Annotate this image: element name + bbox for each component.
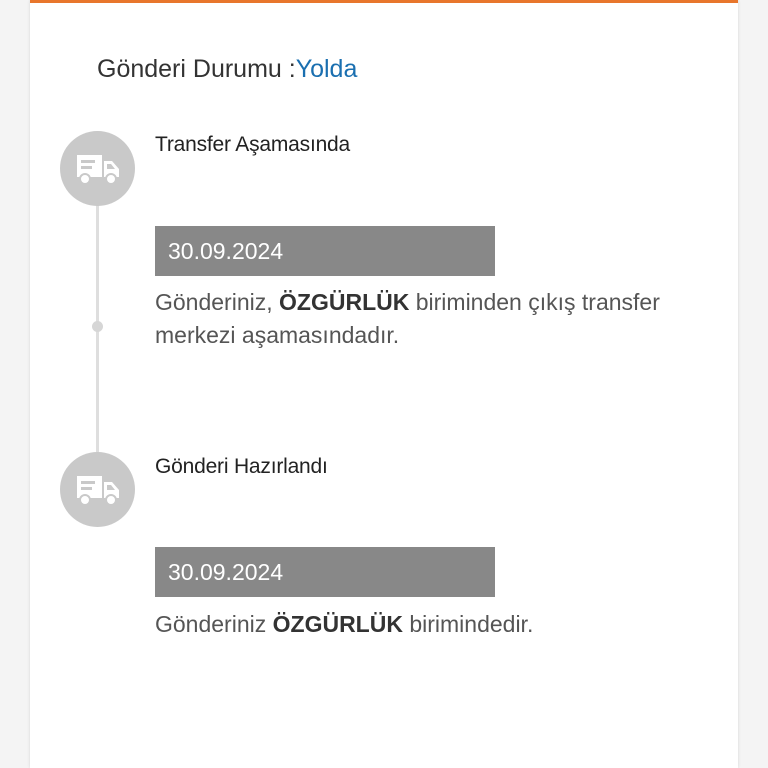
top-accent-bar — [30, 0, 738, 3]
shipment-status-card: Gönderi Durumu :Yolda Transfer Aşamasınd… — [30, 0, 738, 768]
timeline-step-date: 30.09.2024 — [155, 226, 495, 276]
timeline-step-icon-circle — [60, 452, 135, 527]
description-text: birimindedir. — [402, 611, 534, 637]
status-label: Gönderi Durumu : — [97, 55, 296, 83]
status-value: Yolda — [295, 55, 358, 83]
unit-name: ÖZGÜRLÜK — [279, 289, 410, 315]
description-text: Gönderiniz — [155, 611, 273, 637]
timeline-step-description: Gönderiniz, ÖZGÜRLÜK biriminden çıkış tr… — [155, 286, 675, 352]
timeline-step-icon-circle — [60, 131, 135, 206]
unit-name: ÖZGÜRLÜK — [272, 611, 403, 637]
timeline-step-date: 30.09.2024 — [155, 547, 495, 597]
timeline-step-description: Gönderiniz ÖZGÜRLÜK birimindedir. — [155, 608, 675, 641]
timeline-step-title: Gönderi Hazırlandı — [155, 455, 328, 478]
timeline-step-title: Transfer Aşamasında — [155, 133, 351, 156]
description-text: Gönderiniz, — [155, 289, 280, 315]
delivery-truck-icon — [77, 155, 119, 185]
delivery-truck-icon — [77, 476, 119, 506]
shipment-status-heading: Gönderi Durumu :Yolda — [97, 55, 357, 84]
timeline-dot — [92, 321, 103, 332]
